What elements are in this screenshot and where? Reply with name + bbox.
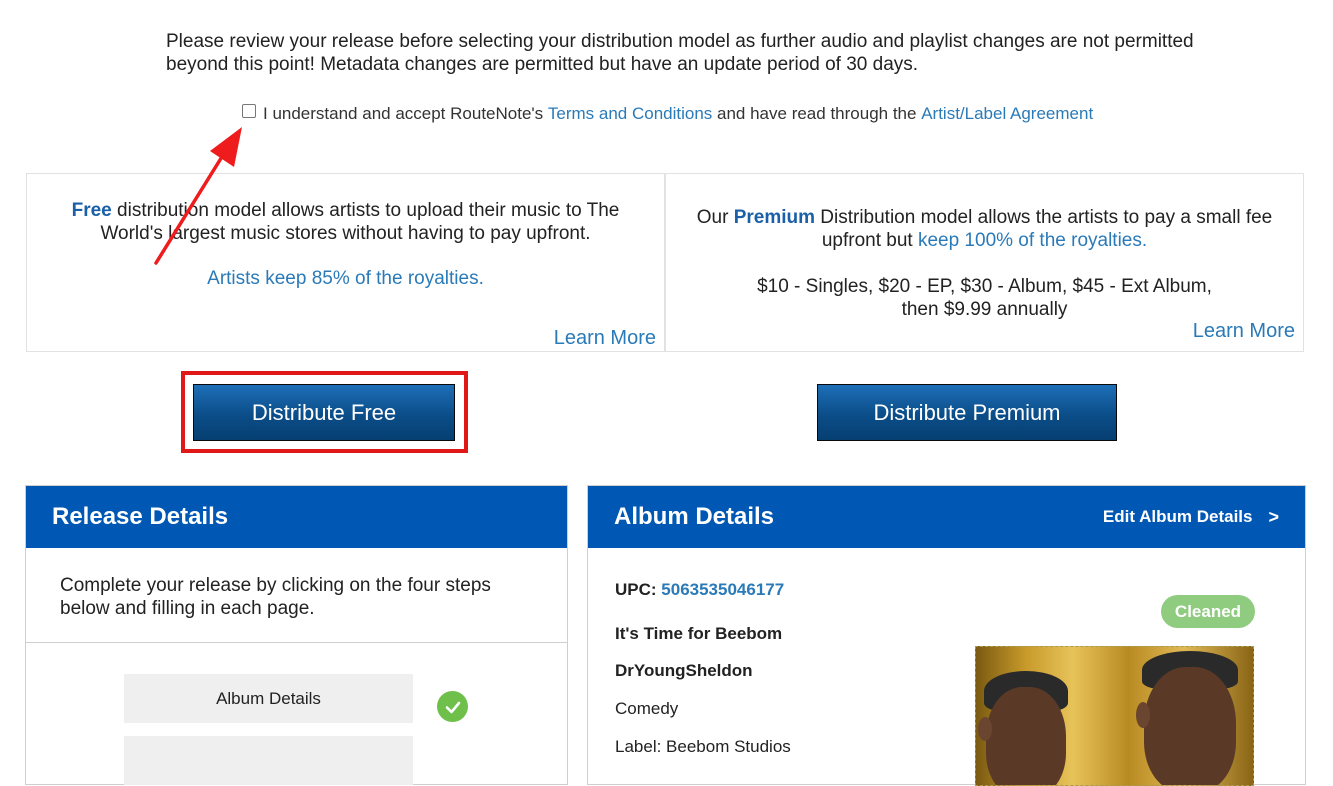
album-title: It's Time for Beebom bbox=[615, 624, 783, 643]
premium-learn-more-link[interactable]: Learn More bbox=[1193, 320, 1295, 343]
album-artist: DrYoungSheldon bbox=[615, 661, 753, 680]
release-details-panel: Release Details Complete your release by… bbox=[25, 485, 568, 785]
upc-label: UPC: bbox=[615, 580, 662, 599]
premium-pricing-line1: $10 - Singles, $20 - EP, $30 - Album, $4… bbox=[757, 276, 1212, 297]
distribute-free-button[interactable]: Distribute Free bbox=[193, 384, 455, 441]
edit-album-details-link[interactable]: Edit Album Details > bbox=[1103, 507, 1279, 528]
premium-plan-desc-line1: Distribution model allows the artists to… bbox=[815, 207, 1273, 228]
free-plan-box: Free distribution model allows artists t… bbox=[26, 173, 665, 352]
status-badge: Cleaned bbox=[1161, 595, 1255, 628]
upc-value[interactable]: 5063535046177 bbox=[661, 580, 784, 599]
terms-acceptance-row: I understand and accept RouteNote's Term… bbox=[242, 104, 1093, 124]
step-album-details[interactable]: Album Details bbox=[124, 674, 413, 723]
release-details-intro: Complete your release by clicking on the… bbox=[26, 548, 567, 643]
album-details-panel: Album Details Edit Album Details > UPC: … bbox=[587, 485, 1306, 786]
free-plan-description: Free distribution model allows artists t… bbox=[27, 199, 664, 245]
review-notice-line2: beyond this point! Metadata changes are … bbox=[166, 54, 919, 75]
free-plan-name: Free bbox=[71, 200, 112, 221]
release-details-title: Release Details bbox=[52, 503, 229, 530]
free-plan-royalty: Artists keep 85% of the royalties. bbox=[207, 268, 484, 289]
premium-plan-name: Premium bbox=[733, 207, 815, 228]
album-details-header: Album Details Edit Album Details > bbox=[588, 486, 1305, 548]
terms-text-middle: and have read through the bbox=[712, 104, 922, 123]
edit-album-details-label: Edit Album Details bbox=[1102, 507, 1253, 526]
release-intro-line1: Complete your release by clicking on the… bbox=[60, 575, 491, 596]
terms-text-before: I understand and accept RouteNote's bbox=[263, 104, 548, 123]
album-genre: Comedy bbox=[615, 699, 679, 718]
release-intro-line2: below and filling in each page. bbox=[60, 598, 315, 619]
album-artwork bbox=[975, 646, 1254, 786]
premium-plan-desc-line2: upfront but bbox=[821, 230, 918, 251]
premium-pricing: $10 - Singles, $20 - EP, $30 - Album, $4… bbox=[666, 275, 1303, 321]
chevron-right-icon: > bbox=[1268, 506, 1279, 527]
premium-royalty-link: keep 100% of the royalties. bbox=[917, 230, 1148, 251]
free-plan-desc-line2: World's largest music stores without hav… bbox=[100, 223, 591, 244]
free-learn-more-link[interactable]: Learn More bbox=[554, 327, 656, 350]
distribute-premium-button[interactable]: Distribute Premium bbox=[817, 384, 1117, 441]
artist-label-agreement-link[interactable]: Artist/Label Agreement bbox=[921, 104, 1093, 124]
premium-pricing-line2: then $9.99 annually bbox=[901, 299, 1068, 320]
terms-and-conditions-link[interactable]: Terms and Conditions bbox=[548, 104, 712, 124]
review-notice: Please review your release before select… bbox=[166, 30, 1286, 76]
premium-plan-prefix: Our bbox=[696, 207, 734, 228]
album-label: Label: Beebom Studios bbox=[615, 737, 791, 756]
album-details-title: Album Details bbox=[614, 503, 775, 530]
premium-plan-description: Our Premium Distribution model allows th… bbox=[666, 206, 1303, 252]
step-second[interactable] bbox=[124, 736, 413, 785]
red-arrow-icon bbox=[154, 127, 242, 265]
review-notice-line1: Please review your release before select… bbox=[166, 31, 1194, 52]
release-details-header: Release Details bbox=[26, 486, 567, 548]
upc-row: UPC: 5063535046177 bbox=[615, 580, 784, 600]
terms-checkbox[interactable] bbox=[242, 104, 256, 118]
check-circle-icon bbox=[437, 691, 468, 722]
premium-plan-box: Our Premium Distribution model allows th… bbox=[665, 173, 1304, 352]
